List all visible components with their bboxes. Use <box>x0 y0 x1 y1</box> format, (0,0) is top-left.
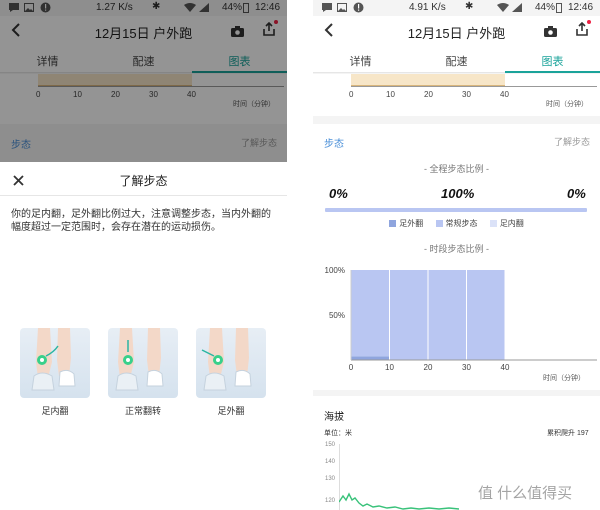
alert-icon <box>353 2 364 16</box>
overall-title: - 全程步态比例 - <box>424 164 489 174</box>
x-axis-title: 时间（分钟） <box>543 373 585 382</box>
altitude-y-tick: 120 <box>325 498 336 504</box>
tab-details[interactable]: 详情 <box>313 53 408 69</box>
x-tick-label: 40 <box>501 363 510 372</box>
left-screenshot: 1.27 K/s ✱ 44% 12:46 12月15日 户外跑 详情 配速 图表 <box>0 0 287 510</box>
overall-value-eversion: 0% <box>329 186 348 201</box>
learn-gait-link[interactable]: 了解步态 <box>554 135 590 148</box>
image-icon <box>337 3 347 15</box>
x-tick-label: 20 <box>424 363 433 372</box>
overall-value-inversion: 0% <box>567 186 586 201</box>
section-title: 步态 <box>324 139 344 150</box>
pace-bar <box>351 74 505 86</box>
chart-area-top: 0 10 20 30 40 时间（分钟） <box>313 74 600 116</box>
x-tick: 30 <box>462 90 471 99</box>
overall-value-normal: 100% <box>441 186 475 201</box>
battery-percent: 44% <box>535 2 556 13</box>
clock: 12:46 <box>568 2 594 13</box>
legend-swatch <box>435 220 443 227</box>
altitude-y-tick: 150 <box>325 442 336 448</box>
x-tick: 20 <box>424 90 433 99</box>
period-title: - 时段步态比例 - <box>424 244 489 254</box>
sheet-body: 你的足内翻，足外翻比例过大，注意调整步态，当内外翻的幅度超过一定范围时，会存在潜… <box>11 209 271 233</box>
legend-label: 足内翻 <box>499 219 524 228</box>
network-speed: 4.91 K/s <box>409 2 446 13</box>
legend-label: 足外翻 <box>399 219 424 228</box>
legend-item: 足外翻 <box>389 219 423 228</box>
active-tab-indicator <box>505 71 600 73</box>
watermark-text: 值 什么值得买 <box>478 485 573 502</box>
tab-charts[interactable]: 图表 <box>505 53 600 69</box>
share-icon[interactable] <box>575 21 589 41</box>
overall-ratio-bar <box>325 208 587 212</box>
message-icon <box>321 2 333 16</box>
signal-icon <box>512 3 522 15</box>
divider <box>0 195 287 196</box>
period-gait-chart: 100% 50% 0 10 20 30 40 时间（分钟） <box>325 266 597 382</box>
x-axis-line <box>351 86 597 87</box>
foot-eversion-icon <box>201 328 252 391</box>
foot-card <box>20 328 90 398</box>
gait-card: 步态 了解步态 - 全程步态比例 - 0% 100% 0% 足外翻 常规步态 足… <box>313 124 600 390</box>
legend-label: 常规步态 <box>445 219 478 228</box>
x-tick: 40 <box>500 90 509 99</box>
learn-gait-sheet: 了解步态 你的足内翻，足外翻比例过大，注意调整步态，当内外翻的幅度超过一定范围时… <box>0 162 287 510</box>
bluetooth-icon: ✱ <box>465 1 474 12</box>
foot-label-inversion: 足内翻 <box>41 406 69 416</box>
altitude-cumulative: 累积爬升 197 <box>547 430 589 437</box>
x-axis-title: 时间（分钟） <box>546 101 588 108</box>
right-screenshot: 4.91 K/s ✱ 44% 12:46 12月15日 户外跑 详情 配速 图表 <box>313 0 600 510</box>
wifi-icon <box>497 3 509 15</box>
status-bar: 4.91 K/s ✱ 44% 12:46 <box>313 0 600 16</box>
y-tick-label: 50% <box>329 311 345 320</box>
legend-swatch <box>489 220 497 227</box>
app-bar: 12月15日 户外跑 <box>313 16 600 46</box>
altitude-y-tick: 130 <box>325 476 336 482</box>
watermark: 值 什么值得买 <box>478 482 572 503</box>
legend: 足外翻 常规步态 足内翻 <box>313 218 600 229</box>
y-tick-label: 100% <box>325 266 345 275</box>
altitude-line <box>339 492 459 510</box>
foot-label-normal: 正常翻转 <box>124 406 161 416</box>
altitude-unit: 单位：米 <box>324 430 352 437</box>
chart-bar <box>467 270 505 360</box>
foot-inversion-icon <box>31 328 76 391</box>
notification-dot <box>587 20 591 24</box>
x-tick: 10 <box>386 90 395 99</box>
sheet-title: 了解步态 <box>119 174 168 188</box>
altitude-y-tick: 140 <box>325 459 336 465</box>
legend-swatch <box>389 220 397 227</box>
x-tick: 0 <box>349 90 354 99</box>
x-tick-label: 30 <box>462 363 471 372</box>
x-tick-label: 10 <box>385 363 394 372</box>
chart-bar <box>351 356 389 360</box>
foot-card <box>196 328 266 398</box>
tab-bar: 详情 配速 图表 <box>313 46 600 73</box>
battery-icon <box>556 3 562 13</box>
chart-bar <box>428 270 466 360</box>
tab-pace[interactable]: 配速 <box>409 53 504 69</box>
legend-item: 足内翻 <box>489 219 524 228</box>
legend-item: 常规步态 <box>435 219 478 228</box>
foot-normal-icon <box>115 328 164 391</box>
chart-bar <box>390 270 428 360</box>
modal-overlay[interactable] <box>0 0 287 162</box>
foot-card <box>108 328 178 398</box>
chart-bar <box>351 270 389 357</box>
camera-icon[interactable] <box>544 24 557 42</box>
foot-label-eversion: 足外翻 <box>217 406 245 416</box>
altitude-title: 海拔 <box>324 412 344 423</box>
x-tick-label: 0 <box>349 363 354 372</box>
